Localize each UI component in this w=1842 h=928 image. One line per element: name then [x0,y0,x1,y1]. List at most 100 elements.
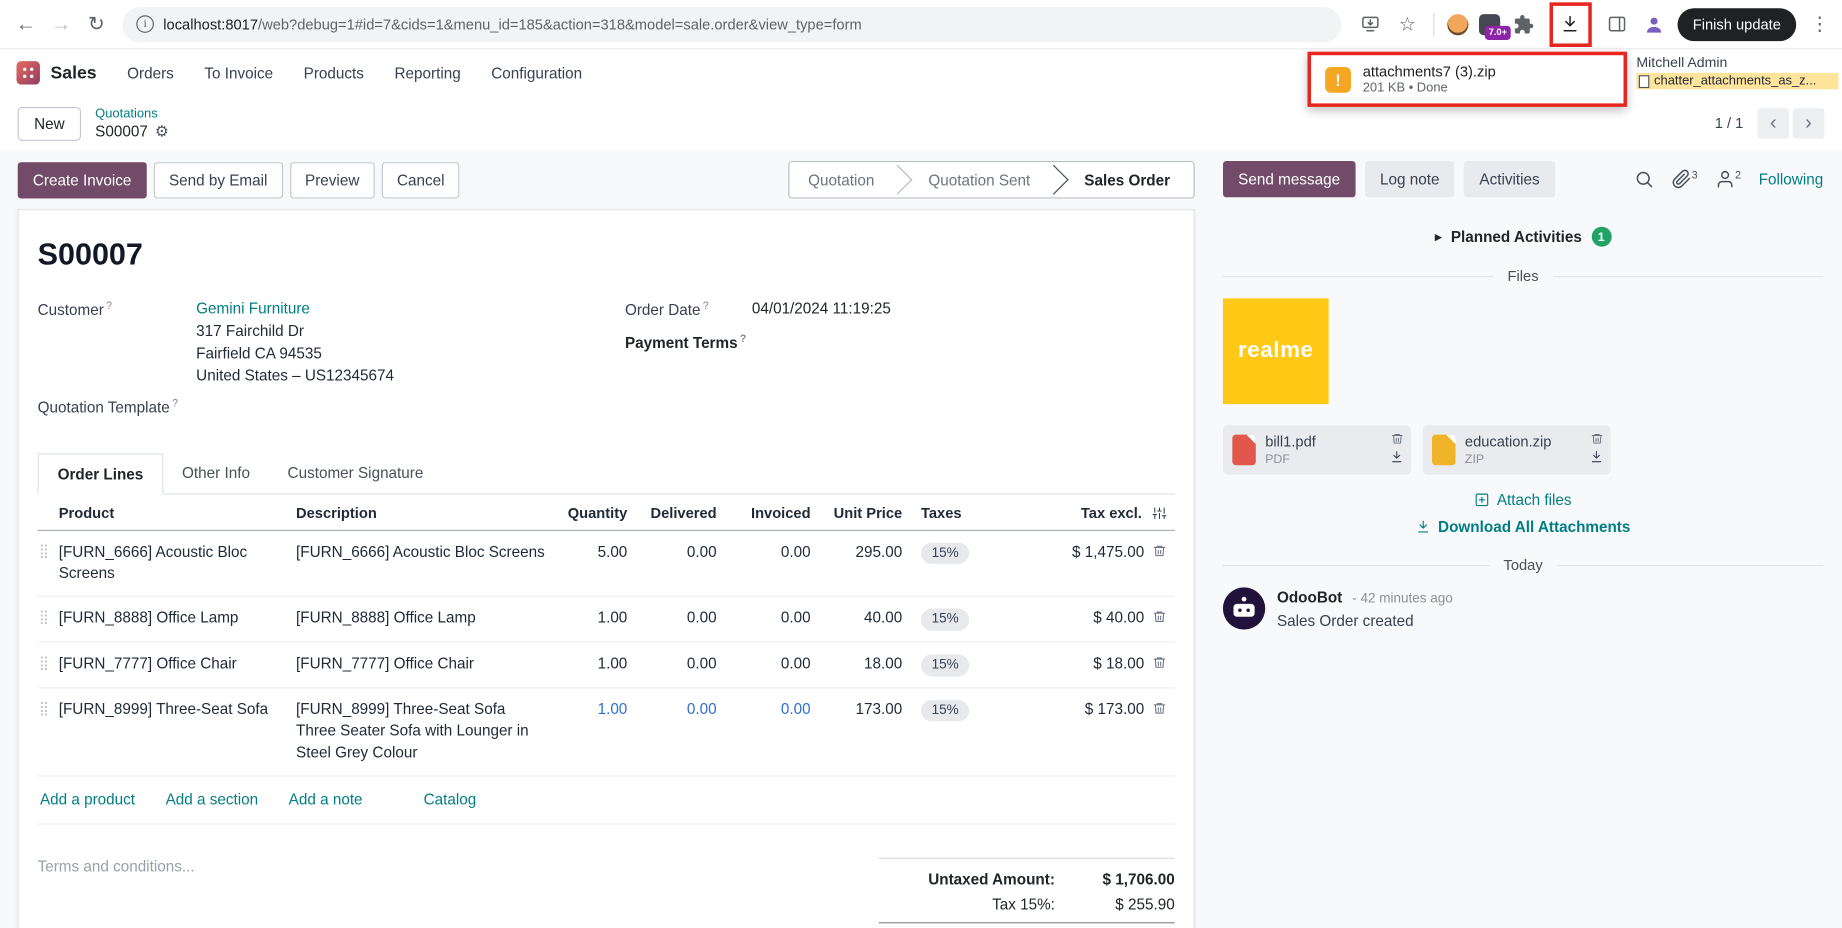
taxes-cell[interactable]: 15% [905,541,1006,564]
new-button[interactable]: New [18,106,81,140]
send-message-button[interactable]: Send message [1223,161,1355,197]
unit-price-cell[interactable]: 40.00 [813,608,905,630]
unit-price-cell[interactable]: 295.00 [813,541,905,563]
menu-kebab-icon[interactable]: ⋮ [1807,10,1833,38]
breadcrumb-parent[interactable]: Quotations [95,106,168,121]
download-attachment-icon[interactable] [1390,449,1404,470]
taxes-cell[interactable]: 15% [905,698,1006,721]
order-date-value[interactable]: 04/01/2024 11:19:25 [752,298,891,322]
download-attachment-icon[interactable] [1589,449,1603,470]
optional-columns-icon[interactable] [1144,506,1175,520]
table-row[interactable]: ⣿ [FURN_7777] Office Chair [FURN_7777] O… [38,642,1175,687]
install-app-icon[interactable] [1358,10,1384,38]
delete-row-icon[interactable] [1144,541,1175,557]
delivered-cell[interactable]: 0.00 [630,653,719,675]
delete-row-icon[interactable] [1144,653,1175,669]
profile-icon[interactable] [1641,10,1667,38]
delivered-cell[interactable]: 0.00 [630,608,719,630]
description-cell[interactable]: [FURN_8999] Three-Seat Sofa Three Seater… [296,698,561,764]
drag-handle-icon[interactable]: ⣿ [38,541,59,561]
invoiced-cell[interactable]: 0.00 [719,541,813,563]
quantity-cell[interactable]: 5.00 [562,541,630,563]
add-product-link[interactable]: Add a product [40,791,135,809]
attachment-name[interactable]: education.zip [1465,434,1552,452]
delete-row-icon[interactable] [1144,608,1175,624]
bookmark-star-icon[interactable]: ☆ [1394,10,1420,38]
attachment-name[interactable]: bill1.pdf [1265,434,1316,452]
gear-icon[interactable]: ⚙ [155,122,169,140]
forward-icon[interactable]: → [45,8,78,41]
finish-update-button[interactable]: Finish update [1677,8,1796,41]
delivered-cell[interactable]: 0.00 [630,541,719,563]
tab-other-info[interactable]: Other Info [163,453,269,493]
table-row[interactable]: ⣿ [FURN_6666] Acoustic Bloc Screens [FUR… [38,530,1175,597]
tampermonkey-extension-icon[interactable] [1447,14,1468,35]
table-row[interactable]: ⣿ [FURN_8999] Three-Seat Sofa [FURN_8999… [38,688,1175,777]
description-cell[interactable]: [FURN_7777] Office Chair [296,653,561,675]
invoiced-cell[interactable]: 0.00 [719,608,813,630]
attachment-card[interactable]: bill1.pdf PDF [1223,425,1411,474]
pager-next-icon[interactable]: › [1793,108,1825,139]
site-info-icon[interactable]: i [136,15,154,33]
tab-order-lines[interactable]: Order Lines [38,453,164,494]
delivered-cell[interactable]: 0.00 [630,698,719,720]
back-icon[interactable]: ← [9,8,42,41]
image-attachment-thumbnail[interactable]: realme [1223,298,1329,404]
planned-activities[interactable]: ▸ Planned Activities 1 [1223,227,1823,247]
invoiced-cell[interactable]: 0.00 [719,653,813,675]
status-quotation[interactable]: Quotation [789,162,898,197]
taxes-cell[interactable]: 15% [905,608,1006,631]
attachments-icon[interactable]: 3 [1672,169,1698,189]
download-popup[interactable]: ! attachments7 (3).zip 201 KB • Done [1307,52,1627,107]
table-row[interactable]: ⣿ [FURN_8888] Office Lamp [FURN_8888] Of… [38,597,1175,642]
puzzle-extensions-icon[interactable] [1511,10,1537,38]
menu-products[interactable]: Products [304,64,364,82]
pager-prev-icon[interactable]: ‹ [1757,108,1789,139]
customer-link[interactable]: Gemini Furniture [196,298,394,320]
extension-with-badge[interactable]: 7.0+ [1479,14,1500,35]
product-cell[interactable]: [FURN_7777] Office Chair [59,653,296,675]
menu-orders[interactable]: Orders [127,64,174,82]
cancel-button[interactable]: Cancel [382,162,460,198]
menu-configuration[interactable]: Configuration [491,64,582,82]
drag-handle-icon[interactable]: ⣿ [38,698,59,718]
attachment-card[interactable]: education.zip ZIP [1423,425,1611,474]
log-note-button[interactable]: Log note [1365,161,1455,197]
sales-app-icon[interactable] [16,61,39,84]
downloads-icon[interactable] [1558,10,1584,38]
odoobot-avatar[interactable] [1223,587,1265,629]
create-invoice-button[interactable]: Create Invoice [18,162,147,198]
product-cell[interactable]: [FURN_8999] Three-Seat Sofa [59,698,296,720]
add-note-link[interactable]: Add a note [289,791,363,809]
activities-button[interactable]: Activities [1464,161,1555,197]
delete-row-icon[interactable] [1144,698,1175,714]
unit-price-cell[interactable]: 173.00 [813,698,905,720]
menu-reporting[interactable]: Reporting [394,64,460,82]
description-cell[interactable]: [FURN_8888] Office Lamp [296,608,561,630]
status-sales-order[interactable]: Sales Order [1054,162,1194,197]
side-panel-icon[interactable] [1605,10,1631,38]
search-messages-icon[interactable] [1634,169,1654,189]
reload-icon[interactable]: ↻ [80,8,113,41]
send-by-email-button[interactable]: Send by Email [154,162,283,198]
invoiced-cell[interactable]: 0.00 [719,698,813,720]
tab-customer-signature[interactable]: Customer Signature [269,453,442,493]
followers-icon[interactable]: 2 [1715,169,1741,189]
status-quotation-sent[interactable]: Quotation Sent [898,162,1054,197]
app-name[interactable]: Sales [51,63,97,83]
attach-files-link[interactable]: Attach files [1223,491,1823,509]
quantity-cell[interactable]: 1.00 [562,608,630,630]
taxes-cell[interactable]: 15% [905,653,1006,676]
message-author[interactable]: OdooBot [1277,589,1342,607]
download-all-attachments-link[interactable]: Download All Attachments [1223,518,1823,536]
menu-to-invoice[interactable]: To Invoice [204,64,273,82]
preview-button[interactable]: Preview [290,162,375,198]
drag-handle-icon[interactable]: ⣿ [38,608,59,628]
quantity-cell[interactable]: 1.00 [562,653,630,675]
drag-handle-icon[interactable]: ⣿ [38,653,59,673]
add-section-link[interactable]: Add a section [166,791,259,809]
product-cell[interactable]: [FURN_8888] Office Lamp [59,608,296,630]
catalog-link[interactable]: Catalog [424,791,477,809]
quantity-cell[interactable]: 1.00 [562,698,630,720]
terms-placeholder[interactable]: Terms and conditions... [38,858,195,928]
